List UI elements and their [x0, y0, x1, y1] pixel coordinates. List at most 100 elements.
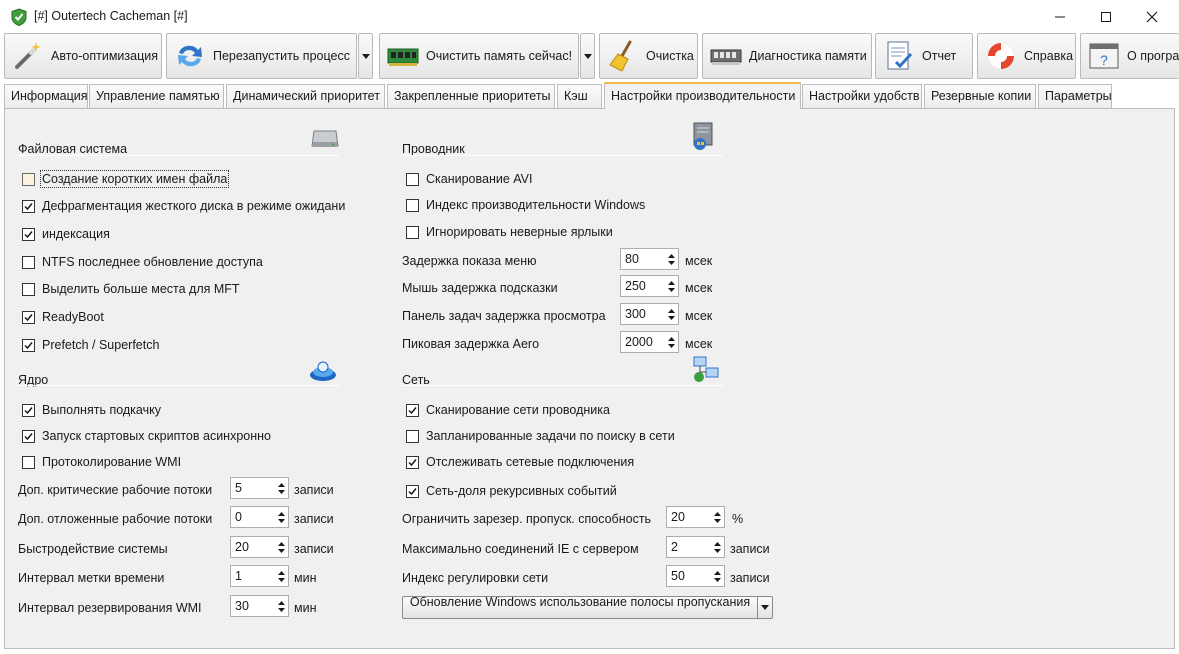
maximize-button[interactable] [1083, 0, 1129, 33]
checkbox-track-network-connections[interactable]: Отслеживать сетевые подключения [406, 453, 634, 471]
arrow-down-icon[interactable] [277, 548, 285, 553]
spinner-arrows[interactable] [274, 596, 288, 616]
checkbox-async-startup-scripts[interactable]: Запуск стартовых скриптов асинхронно [22, 427, 271, 445]
arrow-down-icon[interactable] [713, 577, 721, 582]
cleanup-button[interactable]: Очистка [599, 33, 698, 79]
checkbox-box[interactable] [22, 429, 35, 443]
arrow-down-icon[interactable] [713, 518, 721, 523]
checkbox-windows-performance-index[interactable]: Индекс производительности Windows [406, 196, 645, 214]
checkbox-box[interactable] [406, 455, 419, 469]
checkbox-network-share-recursive-events[interactable]: Сеть-доля рекурсивных событий [406, 482, 617, 500]
spinner-value[interactable]: 20 [231, 537, 274, 557]
arrow-up-icon[interactable] [713, 570, 721, 575]
arrow-down-icon[interactable] [667, 343, 675, 348]
restart-process-dropdown[interactable] [358, 33, 373, 79]
minimize-button[interactable] [1037, 0, 1083, 33]
arrow-up-icon[interactable] [713, 511, 721, 516]
arrow-down-icon[interactable] [713, 548, 721, 553]
clear-memory-dropdown[interactable] [580, 33, 595, 79]
checkbox-ignore-broken-shortcuts[interactable]: Игнорировать неверные ярлыки [406, 223, 613, 241]
arrow-down-icon[interactable] [277, 518, 285, 523]
spinner-value[interactable]: 2 [667, 537, 710, 557]
spinner-system-responsiveness[interactable]: 20 [230, 536, 289, 558]
arrow-up-icon[interactable] [277, 541, 285, 546]
spinner-arrows[interactable] [664, 304, 678, 324]
arrow-up-icon[interactable] [667, 308, 675, 313]
checkbox-prefetch[interactable]: Prefetch / Superfetch [22, 336, 159, 354]
spinner-value[interactable]: 20 [667, 507, 710, 527]
tab-convenience-settings[interactable]: Настройки удобств [802, 84, 922, 108]
arrow-up-icon[interactable] [277, 511, 285, 516]
spinner-value[interactable]: 0 [231, 507, 274, 527]
spinner-reserved-bandwidth-limit[interactable]: 20 [666, 506, 725, 528]
spinner-arrows[interactable] [710, 507, 724, 527]
spinner-wmi-backup-interval[interactable]: 30 [230, 595, 289, 617]
tab-memory-management[interactable]: Управление памятью [89, 84, 224, 108]
checkbox-ntfs-last-access[interactable]: NTFS последнее обновление доступа [22, 253, 263, 271]
spinner-arrows[interactable] [710, 537, 724, 557]
checkbox-short-filenames[interactable]: Создание коротких имен файла [22, 170, 230, 188]
spinner-arrows[interactable] [664, 276, 678, 296]
spinner-value[interactable]: 50 [667, 566, 710, 586]
arrow-up-icon[interactable] [667, 280, 675, 285]
spinner-aero-peek-delay[interactable]: 2000 [620, 331, 679, 353]
spinner-taskbar-preview-delay[interactable]: 300 [620, 303, 679, 325]
tab-pinned-priorities[interactable]: Закрепленные приоритеты [387, 84, 555, 108]
arrow-down-icon[interactable] [277, 489, 285, 494]
spinner-value[interactable]: 250 [621, 276, 664, 296]
checkbox-box[interactable] [406, 429, 419, 443]
arrow-up-icon[interactable] [277, 600, 285, 605]
tab-performance-settings[interactable]: Настройки производительности [604, 82, 801, 109]
spinner-value[interactable]: 80 [621, 249, 664, 269]
checkbox-indexing[interactable]: индексация [22, 225, 110, 243]
spinner-value[interactable]: 5 [231, 478, 274, 498]
checkbox-box[interactable] [22, 403, 35, 417]
checkbox-box[interactable] [22, 282, 35, 296]
checkbox-box[interactable] [406, 172, 419, 186]
checkbox-box[interactable] [406, 225, 419, 239]
checkbox-mft-space[interactable]: Выделить больше места для MFT [22, 280, 240, 298]
tab-backups[interactable]: Резервные копии [924, 84, 1036, 108]
checkbox-box[interactable] [406, 403, 419, 417]
tab-cache[interactable]: Кэш [557, 84, 602, 108]
spinner-value[interactable]: 2000 [621, 332, 664, 352]
spinner-value[interactable]: 300 [621, 304, 664, 324]
checkbox-box[interactable] [406, 484, 419, 498]
tab-dynamic-priority[interactable]: Динамический приоритет [226, 84, 385, 108]
arrow-up-icon[interactable] [667, 336, 675, 341]
clear-memory-now-button[interactable]: Очистить память сейчас! [379, 33, 579, 79]
spinner-arrows[interactable] [274, 537, 288, 557]
checkbox-avi-scan[interactable]: Сканирование AVI [406, 170, 533, 188]
checkbox-scheduled-tasks-network-search[interactable]: Запланированные задачи по поиску в сети [406, 427, 675, 445]
spinner-value[interactable]: 30 [231, 596, 274, 616]
spinner-value[interactable]: 1 [231, 566, 274, 586]
windows-update-bandwidth-dropdown[interactable]: Обновление Windows использование полосы … [402, 596, 773, 619]
checkbox-box[interactable] [22, 227, 35, 241]
tab-parameters[interactable]: Параметры [1038, 84, 1112, 108]
spinner-arrows[interactable] [274, 478, 288, 498]
arrow-up-icon[interactable] [713, 541, 721, 546]
help-button[interactable]: Справка [977, 33, 1076, 79]
checkbox-box[interactable] [22, 172, 35, 186]
arrow-up-icon[interactable] [667, 253, 675, 258]
spinner-arrows[interactable] [274, 507, 288, 527]
arrow-down-icon[interactable] [667, 315, 675, 320]
checkbox-box[interactable] [22, 255, 35, 269]
auto-optimize-button[interactable]: Авто-оптимизация [4, 33, 162, 79]
arrow-down-icon[interactable] [667, 287, 675, 292]
checkbox-explorer-network-scan[interactable]: Сканирование сети проводника [406, 401, 610, 419]
checkbox-paging[interactable]: Выполнять подкачку [22, 401, 161, 419]
checkbox-wmi-logging[interactable]: Протоколирование WMI [22, 453, 181, 471]
checkbox-box[interactable] [22, 199, 35, 213]
spinner-max-ie-connections[interactable]: 2 [666, 536, 725, 558]
spinner-timestamp-interval[interactable]: 1 [230, 565, 289, 587]
arrow-down-icon[interactable] [277, 577, 285, 582]
arrow-up-icon[interactable] [277, 570, 285, 575]
spinner-arrows[interactable] [664, 332, 678, 352]
checkbox-box[interactable] [22, 310, 35, 324]
spinner-critical-worker-threads[interactable]: 5 [230, 477, 289, 499]
report-button[interactable]: Отчет [875, 33, 973, 79]
spinner-mouse-hover-delay[interactable]: 250 [620, 275, 679, 297]
spinner-delayed-worker-threads[interactable]: 0 [230, 506, 289, 528]
dropdown-arrow[interactable] [757, 597, 772, 618]
